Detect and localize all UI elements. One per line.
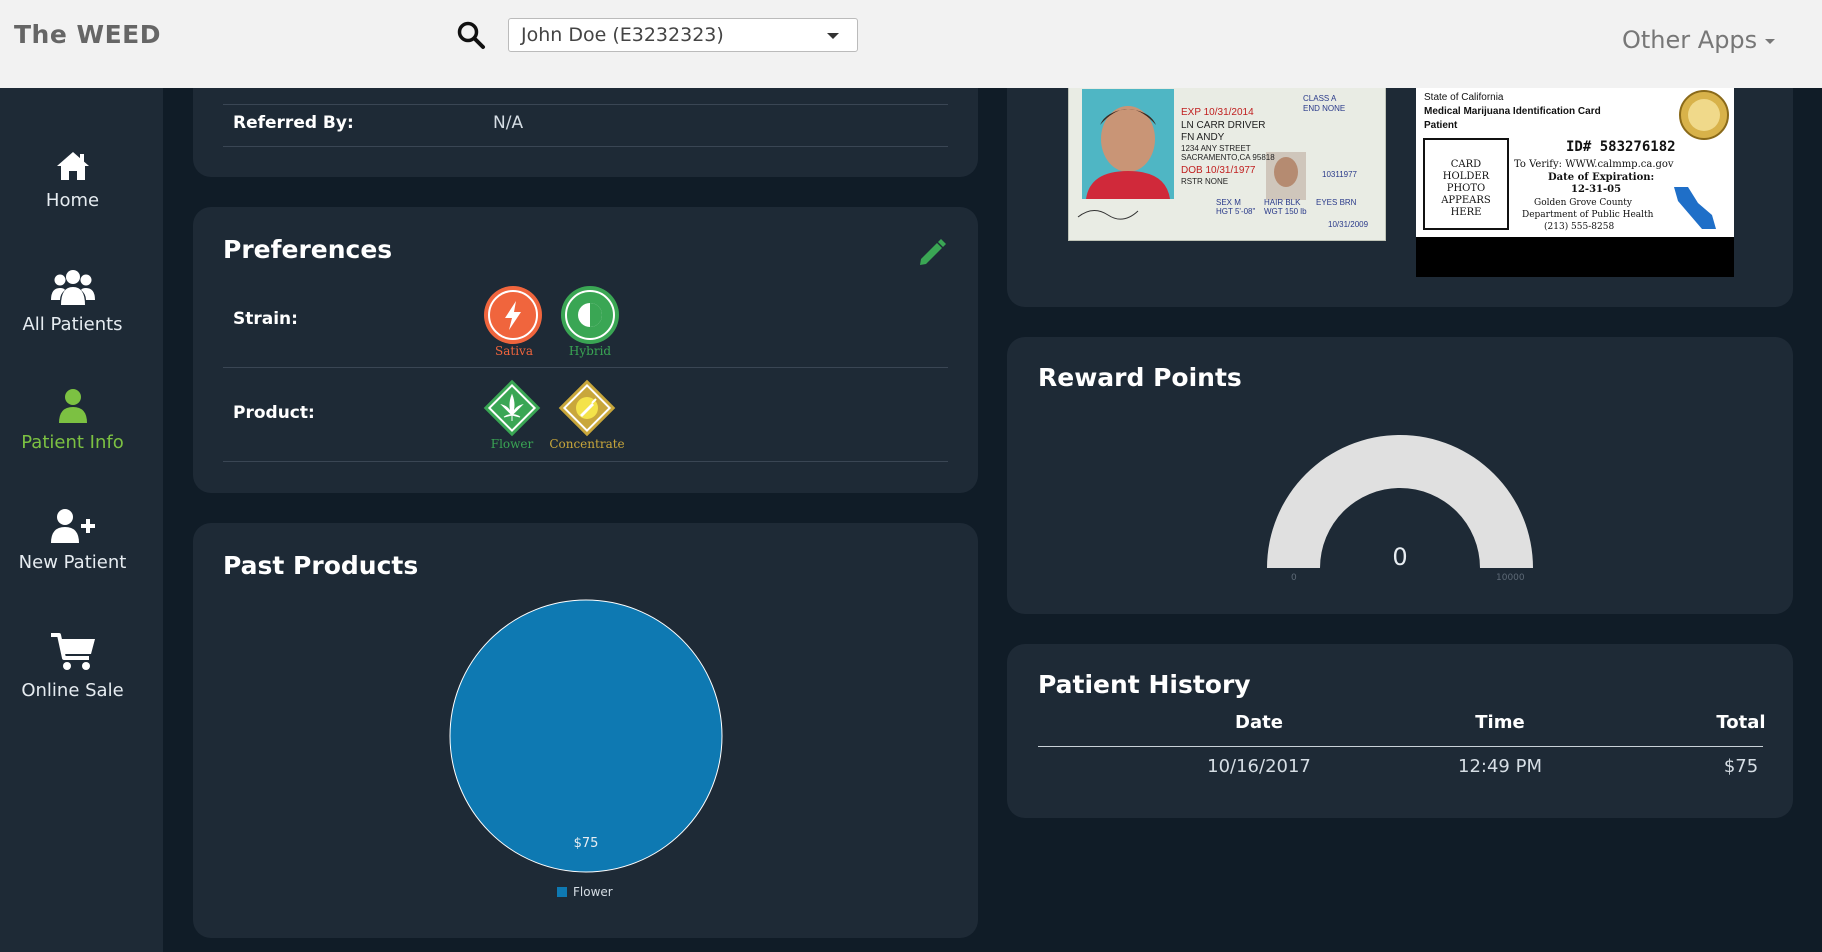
svg-text:WGT 150 lb: WGT 150 lb xyxy=(1264,207,1307,216)
column-header-time[interactable]: Time xyxy=(1400,712,1600,733)
svg-text:ID# 583276182: ID# 583276182 xyxy=(1566,139,1676,155)
flower-label: Flower xyxy=(490,437,534,451)
history-total-cell: $75 xyxy=(1723,756,1759,777)
past-products-title: Past Products xyxy=(223,551,419,580)
user-plus-icon xyxy=(50,509,95,543)
users-icon xyxy=(50,270,95,305)
patient-select[interactable]: John Doe (E3232323) xyxy=(508,18,858,52)
user-icon xyxy=(58,389,87,423)
preferences-title: Preferences xyxy=(223,235,393,264)
top-navbar: The WEED John Doe (E3232323) Other Apps xyxy=(0,0,1822,88)
column-header-date[interactable]: Date xyxy=(1159,712,1359,733)
divider xyxy=(223,146,948,147)
sidebar-label-online-sale: Online Sale xyxy=(21,680,124,701)
caret-down-icon xyxy=(1765,38,1776,44)
svg-text:State of California: State of California xyxy=(1424,92,1504,103)
hybrid-strain-icon[interactable] xyxy=(560,285,620,345)
divider xyxy=(223,367,948,368)
other-apps-dropdown[interactable]: Other Apps xyxy=(1622,26,1776,54)
svg-text:RSTR NONE: RSTR NONE xyxy=(1181,177,1228,186)
search-icon[interactable] xyxy=(456,20,486,50)
table-header-divider xyxy=(1038,746,1763,747)
gauge-value: 0 xyxy=(1392,543,1408,571)
concentrate-label: Concentrate xyxy=(549,437,625,451)
product-label: Product: xyxy=(233,403,315,423)
other-apps-label: Other Apps xyxy=(1622,26,1758,54)
svg-text:12-31-05: 12-31-05 xyxy=(1571,184,1621,195)
svg-text:FN ANDY: FN ANDY xyxy=(1181,132,1225,143)
svg-text:Patient: Patient xyxy=(1424,120,1458,131)
flower-product-icon[interactable] xyxy=(481,377,543,439)
svg-text:LN CARR DRIVER: LN CARR DRIVER xyxy=(1181,120,1265,131)
brand-title[interactable]: The WEED xyxy=(14,20,161,49)
svg-text:Department of Public Health: Department of Public Health xyxy=(1522,210,1654,220)
patient-select-value: John Doe (E3232323) xyxy=(521,24,724,46)
sidebar-label-new-patient: New Patient xyxy=(18,552,127,573)
sidebar-label-all-patients: All Patients xyxy=(22,314,123,335)
hybrid-label: Hybrid xyxy=(568,344,612,358)
sidebar-item-patient-info[interactable]: Patient Info xyxy=(0,388,145,453)
referred-by-value: N/A xyxy=(493,113,524,133)
column-header-total[interactable]: Total xyxy=(1641,712,1822,733)
reward-points-card: Reward Points 0 0 10000 xyxy=(1007,337,1793,614)
pie-slice-value-label: $75 xyxy=(573,836,599,851)
legend-swatch-flower xyxy=(557,887,567,897)
history-time-cell: 12:49 PM xyxy=(1458,756,1542,777)
sidebar-item-home[interactable]: Home xyxy=(0,150,145,211)
svg-text:DOB 10/31/1977: DOB 10/31/1977 xyxy=(1181,165,1256,176)
svg-text:SACRAMENTO,CA 95818: SACRAMENTO,CA 95818 xyxy=(1181,153,1275,162)
referred-by-label: Referred By: xyxy=(233,113,354,133)
sidebar: Home All Patients Patient Info New Patie… xyxy=(0,88,163,952)
sidebar-item-all-patients[interactable]: All Patients xyxy=(0,268,145,335)
past-products-card: Past Products $75 Flower xyxy=(193,523,978,938)
sidebar-item-new-patient[interactable]: New Patient xyxy=(0,508,145,573)
sativa-label: Sativa xyxy=(495,344,533,358)
gauge-max-label: 10000 xyxy=(1496,573,1525,583)
history-date-cell: 10/16/2017 xyxy=(1207,756,1311,777)
strain-label: Strain: xyxy=(233,309,298,329)
drivers-license-image[interactable]: Sample EXP 10/31/2014 LN CARR DRIVER FN … xyxy=(1068,87,1386,241)
svg-text:Golden Grove County: Golden Grove County xyxy=(1534,198,1633,208)
svg-text:(213) 555-8258: (213) 555-8258 xyxy=(1544,221,1614,232)
divider xyxy=(223,104,948,105)
gauge-min-label: 0 xyxy=(1291,573,1297,583)
home-icon xyxy=(56,152,89,180)
svg-text:Date of Expiration:: Date of Expiration: xyxy=(1548,172,1654,183)
past-products-pie-chart[interactable] xyxy=(448,598,724,874)
medical-card-image[interactable]: State of California Medical Marijuana Id… xyxy=(1416,87,1734,277)
svg-text:END NONE: END NONE xyxy=(1303,104,1345,113)
sidebar-label-patient-info: Patient Info xyxy=(21,432,124,453)
divider xyxy=(223,461,948,462)
reward-points-title: Reward Points xyxy=(1038,363,1242,392)
svg-text:SEX M: SEX M xyxy=(1216,198,1241,207)
svg-text:CLASS A: CLASS A xyxy=(1303,94,1337,103)
preferences-card: Preferences Strain: Sativa Hybrid Produc… xyxy=(193,207,978,493)
sidebar-label-home: Home xyxy=(45,190,100,211)
chevron-down-icon xyxy=(827,33,839,39)
svg-text:Medical Marijuana Identificati: Medical Marijuana Identification Card xyxy=(1424,106,1601,117)
svg-text:10/31/2009: 10/31/2009 xyxy=(1328,220,1369,229)
sidebar-item-online-sale[interactable]: Online Sale xyxy=(0,632,145,701)
svg-text:To Verify: WWW.calmmp.ca.gov: To Verify: WWW.calmmp.ca.gov xyxy=(1514,159,1674,170)
svg-text:EXP 10/31/2014: EXP 10/31/2014 xyxy=(1181,107,1254,118)
patient-history-card: Patient History Date Time Total 10/16/20… xyxy=(1007,644,1793,818)
svg-text:EYES BRN: EYES BRN xyxy=(1316,198,1357,207)
svg-text:1234 ANY STREET: 1234 ANY STREET xyxy=(1181,144,1251,153)
cart-icon xyxy=(50,633,95,670)
patient-history-title: Patient History xyxy=(1038,670,1251,699)
svg-text:HAIR BLK: HAIR BLK xyxy=(1264,198,1301,207)
legend-label-flower[interactable]: Flower xyxy=(573,885,613,899)
svg-text:HGT 5'-08": HGT 5'-08" xyxy=(1216,207,1256,216)
edit-pencil-icon[interactable] xyxy=(917,237,947,267)
sativa-strain-icon[interactable] xyxy=(483,285,543,345)
svg-text:10311977: 10311977 xyxy=(1322,170,1358,179)
pie-slice-flower[interactable] xyxy=(449,599,723,873)
concentrate-product-icon[interactable] xyxy=(556,377,618,439)
